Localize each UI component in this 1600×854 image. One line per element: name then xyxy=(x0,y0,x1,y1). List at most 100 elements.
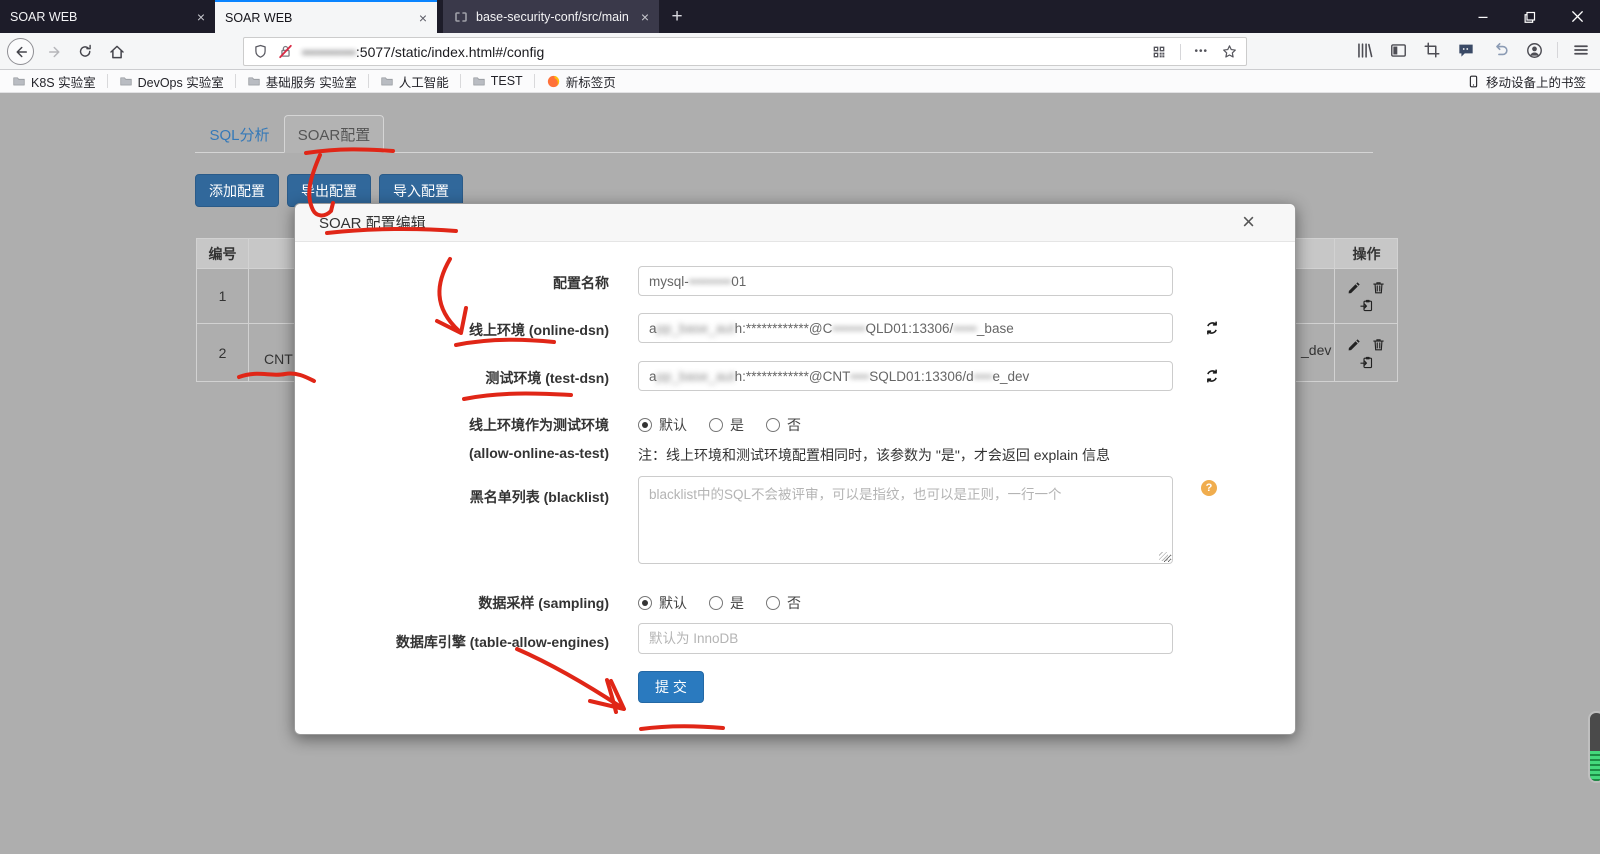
divider xyxy=(368,74,369,88)
bookmark-k8s[interactable]: K8S 实验室 xyxy=(8,72,100,91)
undo-extension-button[interactable] xyxy=(1489,38,1511,62)
reload-icon xyxy=(77,43,94,60)
modal-close-icon[interactable]: × xyxy=(1242,211,1255,233)
new-tab-button[interactable]: + xyxy=(664,4,690,30)
tracking-shield-icon[interactable] xyxy=(252,43,269,60)
browser-tab-soar-web-1[interactable]: SOAR WEB × xyxy=(0,0,215,33)
bookmark-devops[interactable]: DevOps 实验室 xyxy=(115,72,228,91)
allow-online-as-test-radios: 默认 是 否 xyxy=(638,415,801,435)
delete-trash-icon[interactable] xyxy=(1371,337,1386,352)
allow-online-as-test-label-line1: 线上环境作为测试环境 xyxy=(295,415,609,435)
folder-icon xyxy=(380,74,394,88)
bookmark-test[interactable]: TEST xyxy=(468,74,527,88)
library-icon xyxy=(1355,41,1374,60)
chat-extension-button[interactable] xyxy=(1455,38,1477,62)
tab-close-icon[interactable]: × xyxy=(419,10,427,26)
radio-yes[interactable]: 是 xyxy=(709,415,744,435)
radio-no[interactable]: 否 xyxy=(766,593,801,613)
url-text: •••••••••••:5077/static/index.html#/conf… xyxy=(302,44,544,60)
sidebar-button[interactable] xyxy=(1387,38,1409,62)
copy-clipboard-icon[interactable] xyxy=(1359,298,1374,313)
bookmarks-bar: K8S 实验室 DevOps 实验室 基础服务 实验室 人工智能 TEST 新标… xyxy=(0,70,1600,93)
bookmark-new-tab[interactable]: 新标签页 xyxy=(542,72,620,91)
url-bar[interactable]: •••••••••••:5077/static/index.html#/conf… xyxy=(243,37,1247,66)
folder-icon xyxy=(12,74,26,88)
blacklist-label: 黑名单列表 (blacklist) xyxy=(295,487,609,507)
forward-button[interactable] xyxy=(41,38,68,65)
test-dsn-input[interactable]: app_base_auth:************@CNT••••SQLD01… xyxy=(638,361,1173,391)
forward-arrow-icon xyxy=(46,43,64,61)
modal-title: SOAR 配置编辑 xyxy=(319,212,426,233)
textarea-resize-handle[interactable] xyxy=(1159,552,1168,561)
submit-button[interactable]: 提 交 xyxy=(638,671,704,703)
back-button[interactable] xyxy=(7,38,34,65)
row-id: 1 xyxy=(197,269,248,323)
firefox-icon xyxy=(546,74,561,89)
tab-close-icon[interactable]: × xyxy=(641,9,649,25)
divider xyxy=(534,74,535,88)
home-button[interactable] xyxy=(103,38,130,65)
tab-title: SOAR WEB xyxy=(10,10,187,24)
window-close-button[interactable] xyxy=(1554,0,1600,33)
edit-pencil-icon[interactable] xyxy=(1347,337,1362,352)
blacklist-textarea[interactable] xyxy=(638,476,1173,564)
tab-sql-analysis[interactable]: SQL分析 xyxy=(195,115,284,153)
radio-default[interactable]: 默认 xyxy=(638,415,687,435)
edit-pencil-icon[interactable] xyxy=(1347,280,1362,295)
overlay-status-widget xyxy=(1588,711,1600,783)
bookmark-star-icon[interactable] xyxy=(1221,43,1238,60)
delete-trash-icon[interactable] xyxy=(1371,280,1386,295)
radio-circle xyxy=(709,596,723,610)
browser-tab-base-security-conf[interactable]: base-security-conf/src/main × xyxy=(443,0,659,33)
window-maximize-button[interactable] xyxy=(1507,0,1553,33)
qr-code-icon[interactable] xyxy=(1151,44,1167,60)
browser-tab-soar-web-2[interactable]: SOAR WEB × xyxy=(215,0,437,33)
blacklist-help-icon[interactable]: ? xyxy=(1201,480,1217,496)
browser-titlebar: SOAR WEB × SOAR WEB × base-security-conf… xyxy=(0,0,1600,33)
header-id: 编号 xyxy=(197,239,248,268)
screenshot-button[interactable] xyxy=(1421,38,1443,62)
bookmark-base-services[interactable]: 基础服务 实验室 xyxy=(243,72,361,91)
tab-soar-config[interactable]: SOAR配置 xyxy=(284,115,384,153)
chat-bubble-icon xyxy=(1456,40,1476,60)
table-allow-engines-label: 数据库引擎 (table-allow-engines) xyxy=(295,632,609,652)
bookmark-ai[interactable]: 人工智能 xyxy=(376,72,453,91)
divider xyxy=(1557,42,1558,58)
row-id: 2 xyxy=(197,324,248,382)
row-name-fragment: CNT xyxy=(264,351,293,367)
window-minimize-button[interactable] xyxy=(1460,0,1506,33)
tab-close-icon[interactable]: × xyxy=(197,9,205,25)
copy-clipboard-icon[interactable] xyxy=(1359,355,1374,370)
online-dsn-refresh-icon[interactable] xyxy=(1203,319,1221,337)
radio-circle-selected xyxy=(638,596,652,610)
reload-button[interactable] xyxy=(72,38,99,65)
app-menu-button[interactable] xyxy=(1570,38,1592,62)
config-name-input[interactable]: mysql-•••••••••01 xyxy=(638,266,1173,296)
column-divider xyxy=(1334,239,1335,381)
tab-title: SOAR WEB xyxy=(225,11,409,25)
toolbar-icons xyxy=(1353,38,1592,62)
add-config-button[interactable]: 添加配置 xyxy=(195,174,279,207)
config-name-label: 配置名称 xyxy=(295,273,609,293)
code-brackets-icon xyxy=(453,9,469,25)
page-actions-icon[interactable]: ••• xyxy=(1194,46,1208,57)
divider xyxy=(1180,44,1181,60)
account-button[interactable] xyxy=(1523,38,1545,62)
modal-header: SOAR 配置编辑 × xyxy=(295,204,1295,242)
radio-default[interactable]: 默认 xyxy=(638,593,687,613)
allow-online-as-test-label-line2: (allow-online-as-test) xyxy=(295,445,609,461)
radio-no[interactable]: 否 xyxy=(766,415,801,435)
allow-online-as-test-note: 注：线上环境和测试环境配置相同时，该参数为 "是"，才会返回 explain 信… xyxy=(638,445,1110,465)
radio-yes[interactable]: 是 xyxy=(709,593,744,613)
library-button[interactable] xyxy=(1353,38,1375,62)
bookmark-mobile-devices[interactable]: 移动设备上的书签 xyxy=(1462,72,1592,91)
home-icon xyxy=(108,43,126,61)
insecure-lock-icon[interactable] xyxy=(277,43,294,60)
table-allow-engines-input[interactable] xyxy=(638,623,1173,654)
crop-icon xyxy=(1423,41,1441,59)
column-divider xyxy=(248,239,249,381)
folder-icon xyxy=(247,74,261,88)
soar-config-edit-modal: SOAR 配置编辑 × 配置名称 mysql-•••••••••01 线上环境 … xyxy=(294,203,1296,735)
test-dsn-refresh-icon[interactable] xyxy=(1203,367,1221,385)
online-dsn-input[interactable]: app_base_auth:************@C•••••••QLD01… xyxy=(638,313,1173,343)
